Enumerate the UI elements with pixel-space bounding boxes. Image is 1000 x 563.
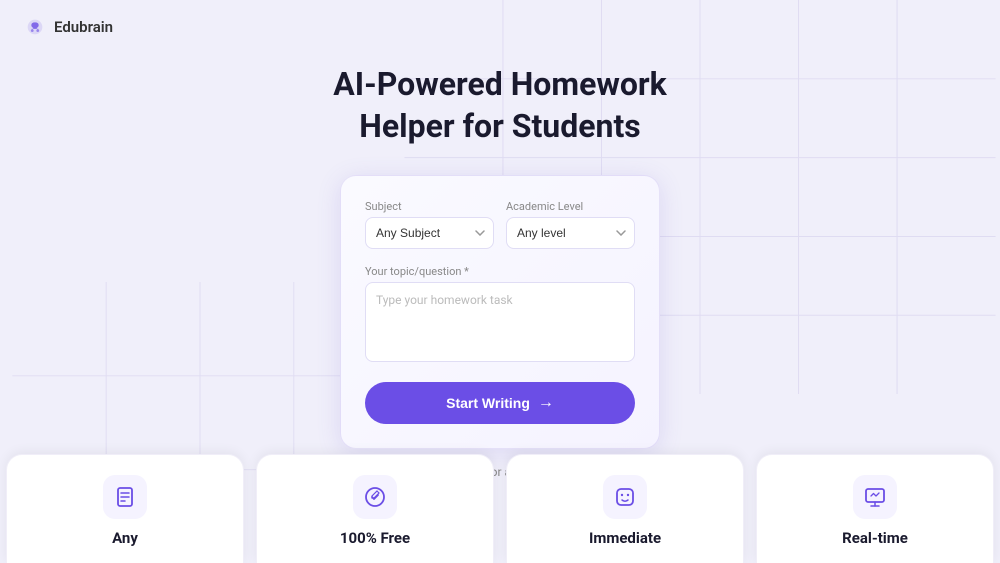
monitor-icon — [863, 485, 887, 509]
edit-icon — [363, 485, 387, 509]
feature-immediate-title: Immediate — [589, 529, 661, 547]
level-label: Academic Level — [506, 200, 635, 213]
subject-label: Subject — [365, 200, 494, 213]
form-top-row: Subject Any Subject Math Science English… — [365, 200, 635, 249]
subject-select[interactable]: Any Subject Math Science English History — [365, 217, 494, 249]
face-icon — [613, 485, 637, 509]
level-select[interactable]: Any level Elementary Middle School High … — [506, 217, 635, 249]
submit-button[interactable]: Start Writing → — [365, 382, 635, 424]
header: Edubrain — [0, 0, 1000, 54]
feature-free-icon-wrap — [353, 475, 397, 519]
feature-realtime-title: Real-time — [842, 529, 908, 547]
feature-any: Any — [6, 454, 244, 563]
document-icon — [113, 485, 137, 509]
feature-free: 100% Free — [256, 454, 494, 563]
topic-textarea[interactable] — [365, 282, 635, 362]
feature-realtime: Real-time — [756, 454, 994, 563]
arrow-right-icon: → — [538, 394, 554, 412]
features-row: Any 100% Free Immediate — [0, 454, 1000, 563]
feature-any-icon-wrap — [103, 475, 147, 519]
brand-name: Edubrain — [54, 18, 113, 36]
brain-icon — [24, 16, 46, 38]
feature-realtime-icon-wrap — [853, 475, 897, 519]
topic-group: Your topic/question * — [365, 265, 635, 366]
submit-label: Start Writing — [446, 395, 530, 411]
level-group: Academic Level Any level Elementary Midd… — [506, 200, 635, 249]
hero-title: AI-Powered Homework Helper for Students — [290, 64, 710, 147]
feature-immediate-icon-wrap — [603, 475, 647, 519]
form-card: Subject Any Subject Math Science English… — [340, 175, 660, 449]
feature-free-title: 100% Free — [340, 529, 410, 547]
main-content: AI-Powered Homework Helper for Students … — [0, 54, 1000, 479]
feature-immediate: Immediate — [506, 454, 744, 563]
logo-icon — [24, 16, 46, 38]
topic-label: Your topic/question * — [365, 265, 635, 278]
feature-any-title: Any — [112, 529, 138, 547]
subject-group: Subject Any Subject Math Science English… — [365, 200, 494, 249]
